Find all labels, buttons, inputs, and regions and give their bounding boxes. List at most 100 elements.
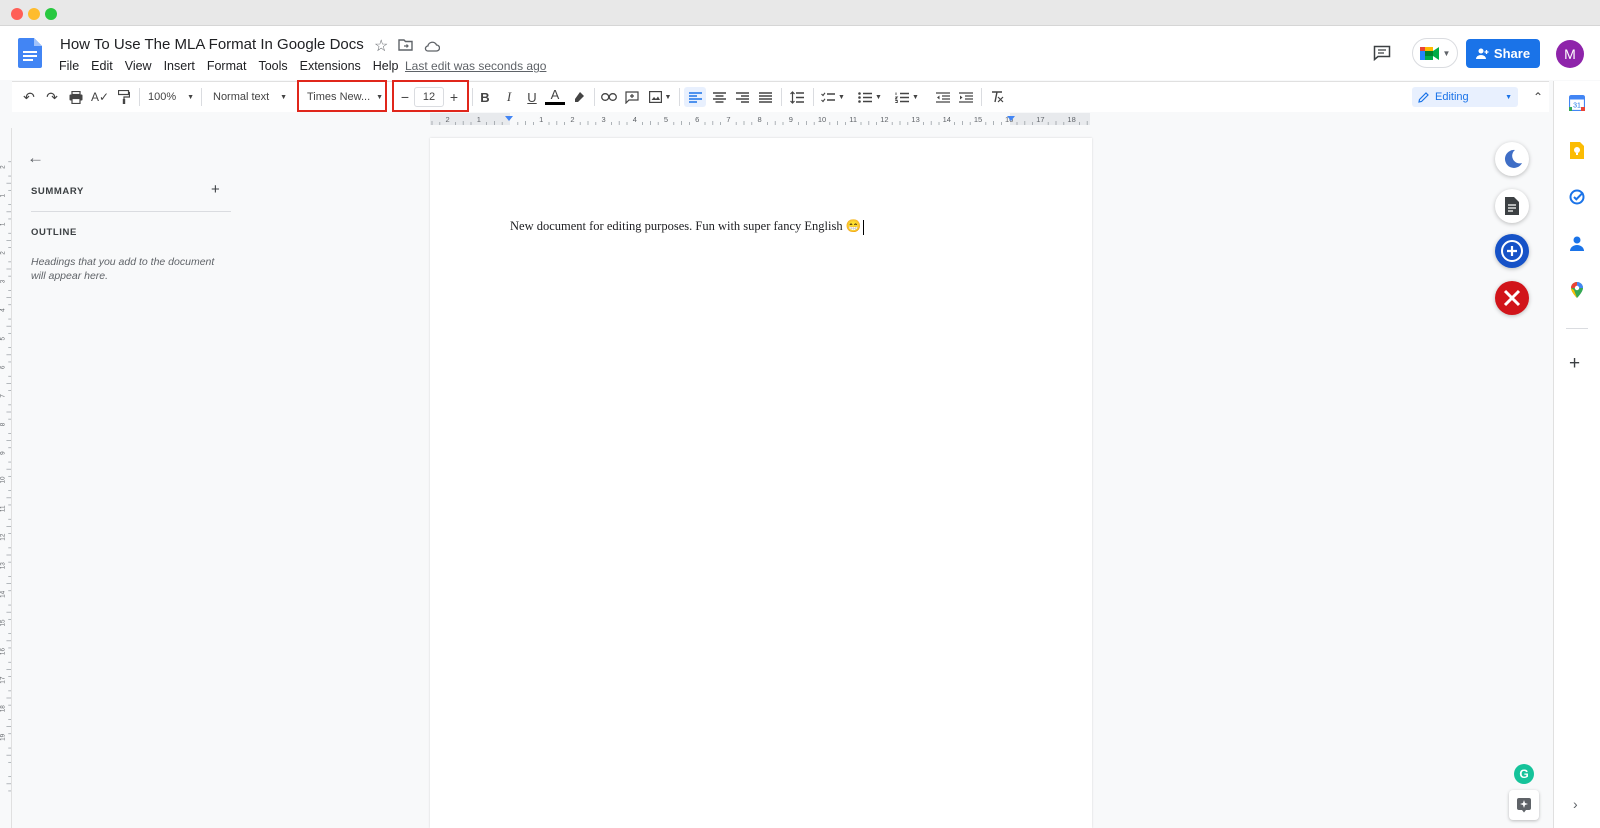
style-value: Normal text xyxy=(213,91,270,103)
meet-dropdown-icon: ▼ xyxy=(1442,48,1451,58)
tasks-icon[interactable] xyxy=(1569,189,1585,210)
menu-extensions[interactable]: Extensions xyxy=(300,59,361,73)
checklist-button[interactable]: ▼ xyxy=(818,87,848,107)
editing-mode-select[interactable]: Editing ▼ xyxy=(1412,87,1518,107)
maximize-window-button[interactable] xyxy=(45,8,57,20)
redo-icon[interactable]: ↷ xyxy=(43,87,61,107)
line-spacing-icon[interactable] xyxy=(786,87,808,107)
highlight-color-icon[interactable] xyxy=(569,87,589,107)
document-extension-button[interactable] xyxy=(1495,189,1529,223)
toolbar-divider xyxy=(679,88,680,106)
ruler-label: 12 xyxy=(0,533,7,541)
ruler-label: 9 xyxy=(0,451,7,455)
increase-indent-icon[interactable] xyxy=(955,87,977,107)
share-button[interactable]: Share xyxy=(1466,39,1540,68)
ruler-label: 17 xyxy=(1036,115,1044,124)
zoom-select[interactable]: 100% ▼ xyxy=(148,87,194,107)
menu-view[interactable]: View xyxy=(125,59,152,73)
increase-font-size-button[interactable]: + xyxy=(447,87,461,107)
ruler-label: 16 xyxy=(0,648,7,656)
menu-help[interactable]: Help xyxy=(373,59,399,73)
close-button[interactable] xyxy=(1495,281,1529,315)
add-comment-icon[interactable] xyxy=(622,87,642,107)
comments-icon[interactable] xyxy=(1373,45,1391,66)
spellcheck-icon[interactable]: A✓ xyxy=(90,87,110,107)
chevron-down-icon: ▼ xyxy=(875,93,882,101)
ruler-label: 11 xyxy=(0,505,7,512)
menu-file[interactable]: File xyxy=(59,59,79,73)
bulleted-list-button[interactable]: ▼ xyxy=(855,87,885,107)
ruler-label: 10 xyxy=(0,476,7,484)
clear-formatting-icon[interactable] xyxy=(986,87,1008,107)
menu-tools[interactable]: Tools xyxy=(258,59,287,73)
chevron-right-icon[interactable]: › xyxy=(1573,796,1578,812)
toolbar-divider xyxy=(472,88,473,106)
ruler-label: 6 xyxy=(0,365,7,369)
last-edit-link[interactable]: Last edit was seconds ago xyxy=(405,59,546,73)
ruler-label: 5 xyxy=(0,337,7,341)
star-icon[interactable]: ☆ xyxy=(374,36,388,56)
move-folder-icon[interactable] xyxy=(398,38,413,56)
insert-image-button[interactable]: ▼ xyxy=(646,87,674,107)
document-page[interactable] xyxy=(430,138,1092,828)
print-icon[interactable] xyxy=(66,87,86,107)
document-title[interactable]: How To Use The MLA Format In Google Docs xyxy=(60,36,364,53)
ruler-label: 11 xyxy=(849,115,857,124)
menu-format[interactable]: Format xyxy=(207,59,247,73)
ruler-label: 19 xyxy=(0,733,7,741)
maps-icon[interactable] xyxy=(1571,282,1583,303)
numbered-list-icon xyxy=(895,92,910,103)
get-add-ons-icon[interactable]: + xyxy=(1569,353,1580,375)
ruler-label: 18 xyxy=(1067,115,1075,124)
meet-button[interactable]: ▼ xyxy=(1412,38,1458,68)
ruler-label: 2 xyxy=(0,165,7,169)
toolbar-divider xyxy=(813,88,814,106)
paint-format-icon[interactable] xyxy=(114,87,134,107)
cloud-saved-icon[interactable] xyxy=(424,39,441,57)
docs-logo-icon[interactable] xyxy=(18,38,42,73)
decrease-indent-icon[interactable] xyxy=(932,87,954,107)
keep-icon[interactable] xyxy=(1570,142,1584,164)
ruler-label: 1 xyxy=(0,194,7,198)
align-center-button[interactable] xyxy=(708,87,730,107)
italic-button[interactable]: I xyxy=(499,87,519,107)
bold-button[interactable]: B xyxy=(475,87,495,107)
add-button[interactable] xyxy=(1495,234,1529,268)
contacts-icon[interactable] xyxy=(1570,236,1584,256)
justify-button[interactable] xyxy=(754,87,776,107)
toolbar-divider xyxy=(781,88,782,106)
text-color-button[interactable]: A xyxy=(545,87,565,105)
align-left-button[interactable] xyxy=(684,87,706,107)
grammarly-icon[interactable]: G xyxy=(1514,764,1534,784)
calendar-icon[interactable]: 31 xyxy=(1568,94,1586,116)
chevron-down-icon: ▼ xyxy=(187,93,194,101)
explore-button[interactable] xyxy=(1509,790,1539,820)
add-summary-icon[interactable]: + xyxy=(211,181,220,198)
avatar[interactable]: M xyxy=(1556,40,1584,68)
style-select[interactable]: Normal text ▼ xyxy=(213,87,287,107)
close-window-button[interactable] xyxy=(11,8,23,20)
ruler-label: 5 xyxy=(664,115,668,124)
chevron-up-icon[interactable]: ⌃ xyxy=(1528,87,1548,107)
minimize-window-button[interactable] xyxy=(28,8,40,20)
editing-mode-label: Editing xyxy=(1435,91,1469,103)
menu-edit[interactable]: Edit xyxy=(91,59,113,73)
close-outline-icon[interactable]: ← xyxy=(27,148,44,168)
align-right-button[interactable] xyxy=(731,87,753,107)
explore-icon xyxy=(1517,798,1531,813)
menu-insert[interactable]: Insert xyxy=(164,59,195,73)
pencil-icon xyxy=(1418,91,1429,103)
document-body-text[interactable]: New document for editing purposes. Fun w… xyxy=(510,219,865,235)
undo-icon[interactable]: ↶ xyxy=(20,87,38,107)
font-select[interactable]: Times New... ▼ xyxy=(307,87,383,107)
numbered-list-button[interactable]: ▼ xyxy=(892,87,922,107)
dark-mode-button[interactable] xyxy=(1495,142,1529,176)
decrease-font-size-button[interactable]: − xyxy=(398,87,412,107)
chevron-down-icon: ▼ xyxy=(376,93,383,101)
underline-button[interactable]: U xyxy=(522,87,542,107)
insert-link-icon[interactable] xyxy=(599,87,619,107)
font-size-input[interactable]: 12 xyxy=(414,87,444,107)
ruler-label: 9 xyxy=(789,115,793,124)
close-icon xyxy=(1503,289,1521,307)
ruler-label: 12 xyxy=(880,115,888,124)
